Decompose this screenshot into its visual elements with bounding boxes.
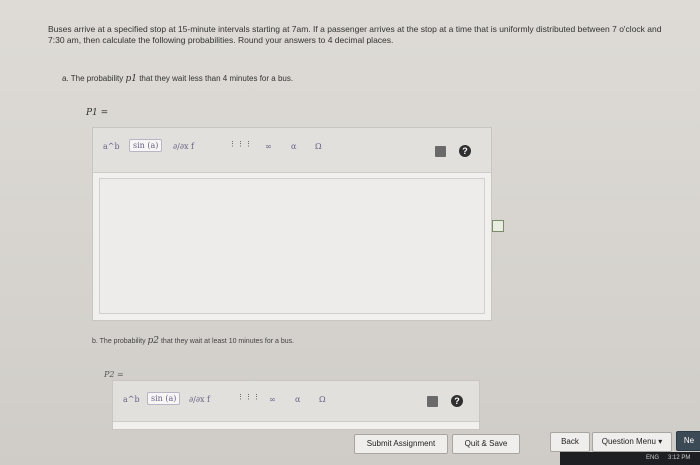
- help-icon[interactable]: ?: [459, 145, 471, 157]
- derivative-button-b[interactable]: ∂/∂x f: [189, 395, 210, 404]
- math-editor-a[interactable]: a^b sin (a) ∂/∂x f ⋮⋮⋮ ∞ α Ω ?: [92, 127, 492, 321]
- part-b-answer-label: P2 =: [104, 370, 124, 379]
- part-b-prefix: b. The probability: [92, 338, 146, 345]
- problem-statement: Buses arrive at a specified stop at 15-m…: [48, 24, 662, 45]
- matrix-button-b[interactable]: ⋮⋮⋮: [237, 394, 261, 401]
- taskbar-lang: ENG: [646, 455, 660, 461]
- alpha-button-b[interactable]: α: [295, 395, 300, 404]
- omega-button[interactable]: Ω: [315, 142, 322, 151]
- help-icon-b[interactable]: ?: [451, 395, 463, 407]
- quit-save-button[interactable]: Quit & Save: [452, 434, 520, 454]
- power-button[interactable]: a^b: [103, 142, 120, 151]
- derivative-button[interactable]: ∂/∂x f: [173, 142, 194, 151]
- math-editor-b[interactable]: a^b sin (a) ∂/∂x f ⋮⋮⋮ ∞ α Ω ?: [112, 380, 480, 430]
- alpha-button[interactable]: α: [291, 142, 296, 151]
- trash-icon[interactable]: [435, 146, 446, 157]
- submit-assignment-button[interactable]: Submit Assignment: [354, 434, 448, 454]
- part-a-answer-label: P1 =: [86, 108, 109, 118]
- trash-icon-b[interactable]: [427, 396, 438, 407]
- math-input-area-a[interactable]: [99, 178, 485, 314]
- back-button[interactable]: Back: [550, 432, 590, 452]
- sin-button-b[interactable]: sin (a): [147, 392, 181, 405]
- math-toolbar-b: a^b sin (a) ∂/∂x f ⋮⋮⋮ ∞ α Ω ?: [113, 381, 479, 422]
- infinity-button-b[interactable]: ∞: [269, 395, 276, 404]
- part-a-symbol: p1: [125, 74, 137, 84]
- part-a-suffix: that they wait less than 4 minutes for a…: [139, 74, 294, 83]
- omega-button-b[interactable]: Ω: [319, 395, 326, 404]
- part-b-question: b. The probability p2 that they wait at …: [92, 336, 294, 346]
- power-button-b[interactable]: a^b: [123, 395, 140, 404]
- taskbar: ENG 3:12 PM: [560, 452, 700, 465]
- infinity-button[interactable]: ∞: [265, 142, 272, 151]
- math-toolbar-a: a^b sin (a) ∂/∂x f ⋮⋮⋮ ∞ α Ω ?: [93, 128, 491, 173]
- part-b-suffix: that they wait at least 10 minutes for a…: [160, 338, 295, 345]
- matrix-button[interactable]: ⋮⋮⋮: [229, 141, 253, 148]
- part-a-question: a. The probability p1 that they wait les…: [62, 74, 293, 84]
- taskbar-time: 3:12 PM: [668, 455, 691, 461]
- document-icon[interactable]: [492, 220, 504, 232]
- page: Buses arrive at a specified stop at 15-m…: [0, 0, 700, 465]
- part-a-prefix: a. The probability: [62, 74, 124, 83]
- part-b-symbol: p2: [147, 336, 160, 346]
- sin-button[interactable]: sin (a): [129, 139, 163, 152]
- next-button[interactable]: Ne: [676, 431, 700, 451]
- question-menu-button[interactable]: Question Menu ▾: [592, 432, 672, 452]
